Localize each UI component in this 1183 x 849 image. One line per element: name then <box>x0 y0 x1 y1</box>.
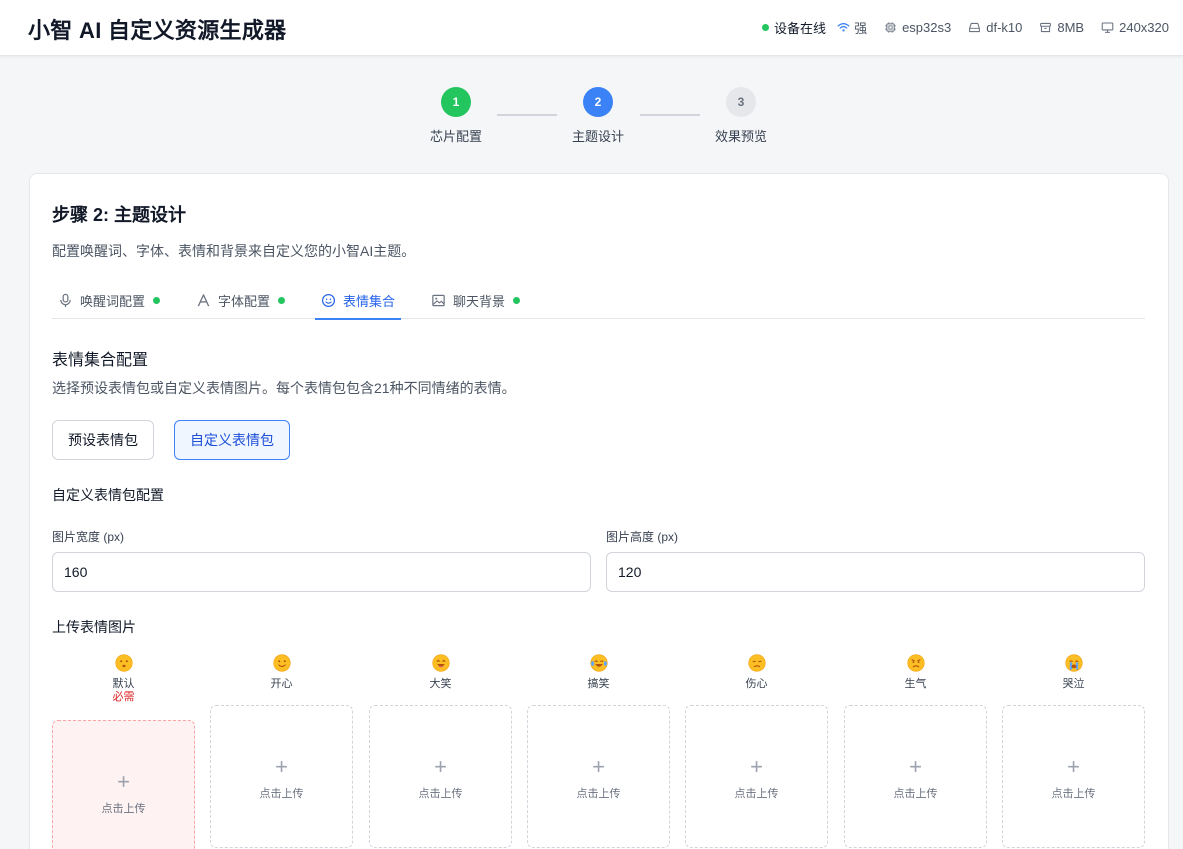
plus-icon: + <box>117 769 130 794</box>
storage-icon <box>1038 21 1052 35</box>
upload-label: 点击上传 <box>576 788 621 800</box>
custom-config-title: 自定义表情包配置 <box>52 487 164 503</box>
plus-icon: + <box>750 754 763 779</box>
board-status: df-k10 <box>967 20 1022 35</box>
emotion-label: 生气 <box>904 678 927 690</box>
upload-label: 点击上传 <box>734 788 779 800</box>
online-indicator-dot <box>762 24 770 31</box>
happy-emoji-icon <box>210 654 353 672</box>
plus-icon: + <box>434 754 447 779</box>
plus-icon: + <box>909 754 922 779</box>
emoji-section-title: 表情集合配置 <box>52 352 149 369</box>
complete-indicator-dot <box>278 297 286 304</box>
upload-dropzone[interactable]: + 点击上传 <box>210 705 353 848</box>
step-connector <box>640 114 700 116</box>
emoji-upload-item: 默认 必需 + 点击上传 <box>52 654 195 849</box>
emotion-label: 默认 <box>112 678 135 690</box>
tab-wake-word[interactable]: 唤醒词配置 <box>52 282 166 319</box>
height-input[interactable] <box>606 552 1145 592</box>
neutral-emoji-icon <box>52 654 195 672</box>
device-status-bar: 设备在线 强 esp32s3 df-k10 8MB 240x320 <box>762 18 1169 37</box>
cpu-icon <box>883 21 897 35</box>
signal-status: 强 <box>836 18 867 37</box>
emoji-upload-item: 开心 + 点击上传 <box>210 654 353 848</box>
step-number: 3 <box>726 87 756 117</box>
step-preview: 3 效果预览 <box>701 87 781 145</box>
tab-font[interactable]: 字体配置 <box>190 282 291 319</box>
resolution-status: 240x320 <box>1100 20 1169 35</box>
crying-emoji-icon <box>1002 654 1145 672</box>
emoji-upload-item: 搞笑 + 点击上传 <box>527 654 670 848</box>
upload-label: 点击上传 <box>1051 788 1096 800</box>
width-input[interactable] <box>52 552 591 592</box>
monitor-icon <box>1100 21 1114 35</box>
step-connector <box>497 114 557 116</box>
theme-design-card: 步骤 2: 主题设计 配置唤醒词、字体、表情和背景来自定义您的小智AI主题。 唤… <box>29 173 1169 849</box>
upload-dropzone[interactable]: + 点击上传 <box>527 705 670 848</box>
step-number: 2 <box>583 87 613 117</box>
emoji-section-description: 选择预设表情包或自定义表情图片。每个表情包包含21种不同情绪的表情。 <box>52 380 516 396</box>
emoji-upload-item: 伤心 + 点击上传 <box>685 654 828 848</box>
plus-icon: + <box>1067 754 1080 779</box>
step-label: 芯片配置 <box>429 129 482 144</box>
upload-label: 点击上传 <box>893 788 938 800</box>
app-title: 小智 AI 自定义资源生成器 <box>28 18 287 43</box>
tears-of-joy-emoji-icon <box>527 654 670 672</box>
upload-label: 点击上传 <box>418 788 463 800</box>
upload-dropzone[interactable]: + 点击上传 <box>1002 705 1145 848</box>
sad-emoji-icon <box>685 654 828 672</box>
upload-dropzone[interactable]: + 点击上传 <box>52 720 195 849</box>
upload-label: 点击上传 <box>259 788 304 800</box>
required-badge: 必需 <box>112 691 135 703</box>
width-label: 图片宽度 (px) <box>52 530 125 544</box>
upload-label: 点击上传 <box>101 803 146 815</box>
emotion-label: 大笑 <box>429 678 452 690</box>
complete-indicator-dot <box>153 297 161 304</box>
font-icon <box>196 293 211 308</box>
image-icon <box>431 293 446 308</box>
emotion-label: 伤心 <box>745 678 768 690</box>
card-title: 步骤 2: 主题设计 <box>52 205 187 225</box>
step-number: 1 <box>441 87 471 117</box>
wifi-icon <box>836 21 850 35</box>
smile-icon <box>321 293 336 308</box>
theme-tabs: 唤醒词配置 字体配置 表情集合 聊天背景 <box>52 282 1145 320</box>
custom-emoji-button[interactable]: 自定义表情包 <box>174 420 290 460</box>
laugh-emoji-icon <box>369 654 512 672</box>
plus-icon: + <box>275 754 288 779</box>
tab-emoji-set[interactable]: 表情集合 <box>315 282 402 320</box>
step-label: 效果预览 <box>714 129 767 144</box>
board-icon <box>967 21 981 35</box>
upload-section-title: 上传表情图片 <box>52 619 136 635</box>
height-label: 图片高度 (px) <box>606 530 679 544</box>
upload-dropzone[interactable]: + 点击上传 <box>844 705 987 848</box>
emotion-label: 开心 <box>270 678 293 690</box>
angry-emoji-icon <box>844 654 987 672</box>
tab-chat-background[interactable]: 聊天背景 <box>425 282 526 319</box>
microphone-icon <box>58 293 73 308</box>
flash-status: 8MB <box>1038 20 1084 35</box>
upload-dropzone[interactable]: + 点击上传 <box>369 705 512 848</box>
device-online-status: 设备在线 <box>762 18 826 37</box>
chip-status: esp32s3 <box>883 20 951 35</box>
preset-emoji-button[interactable]: 预设表情包 <box>52 420 154 460</box>
emotion-label: 搞笑 <box>587 678 610 690</box>
step-theme-design: 2 主题设计 <box>558 87 638 145</box>
card-description: 配置唤醒词、字体、表情和背景来自定义您的小智AI主题。 <box>52 243 416 259</box>
emoji-upload-item: 生气 + 点击上传 <box>844 654 987 848</box>
step-label: 主题设计 <box>571 129 624 144</box>
complete-indicator-dot <box>513 297 521 304</box>
plus-icon: + <box>592 754 605 779</box>
emoji-upload-item: 哭泣 + 点击上传 <box>1002 654 1145 848</box>
upload-dropzone[interactable]: + 点击上传 <box>685 705 828 848</box>
emoji-upload-item: 大笑 + 点击上传 <box>369 654 512 848</box>
emotion-label: 哭泣 <box>1062 678 1085 690</box>
app-header: 小智 AI 自定义资源生成器 设备在线 强 esp32s3 df-k10 8MB… <box>0 0 1183 56</box>
step-chip-config: 1 芯片配置 <box>416 87 496 145</box>
